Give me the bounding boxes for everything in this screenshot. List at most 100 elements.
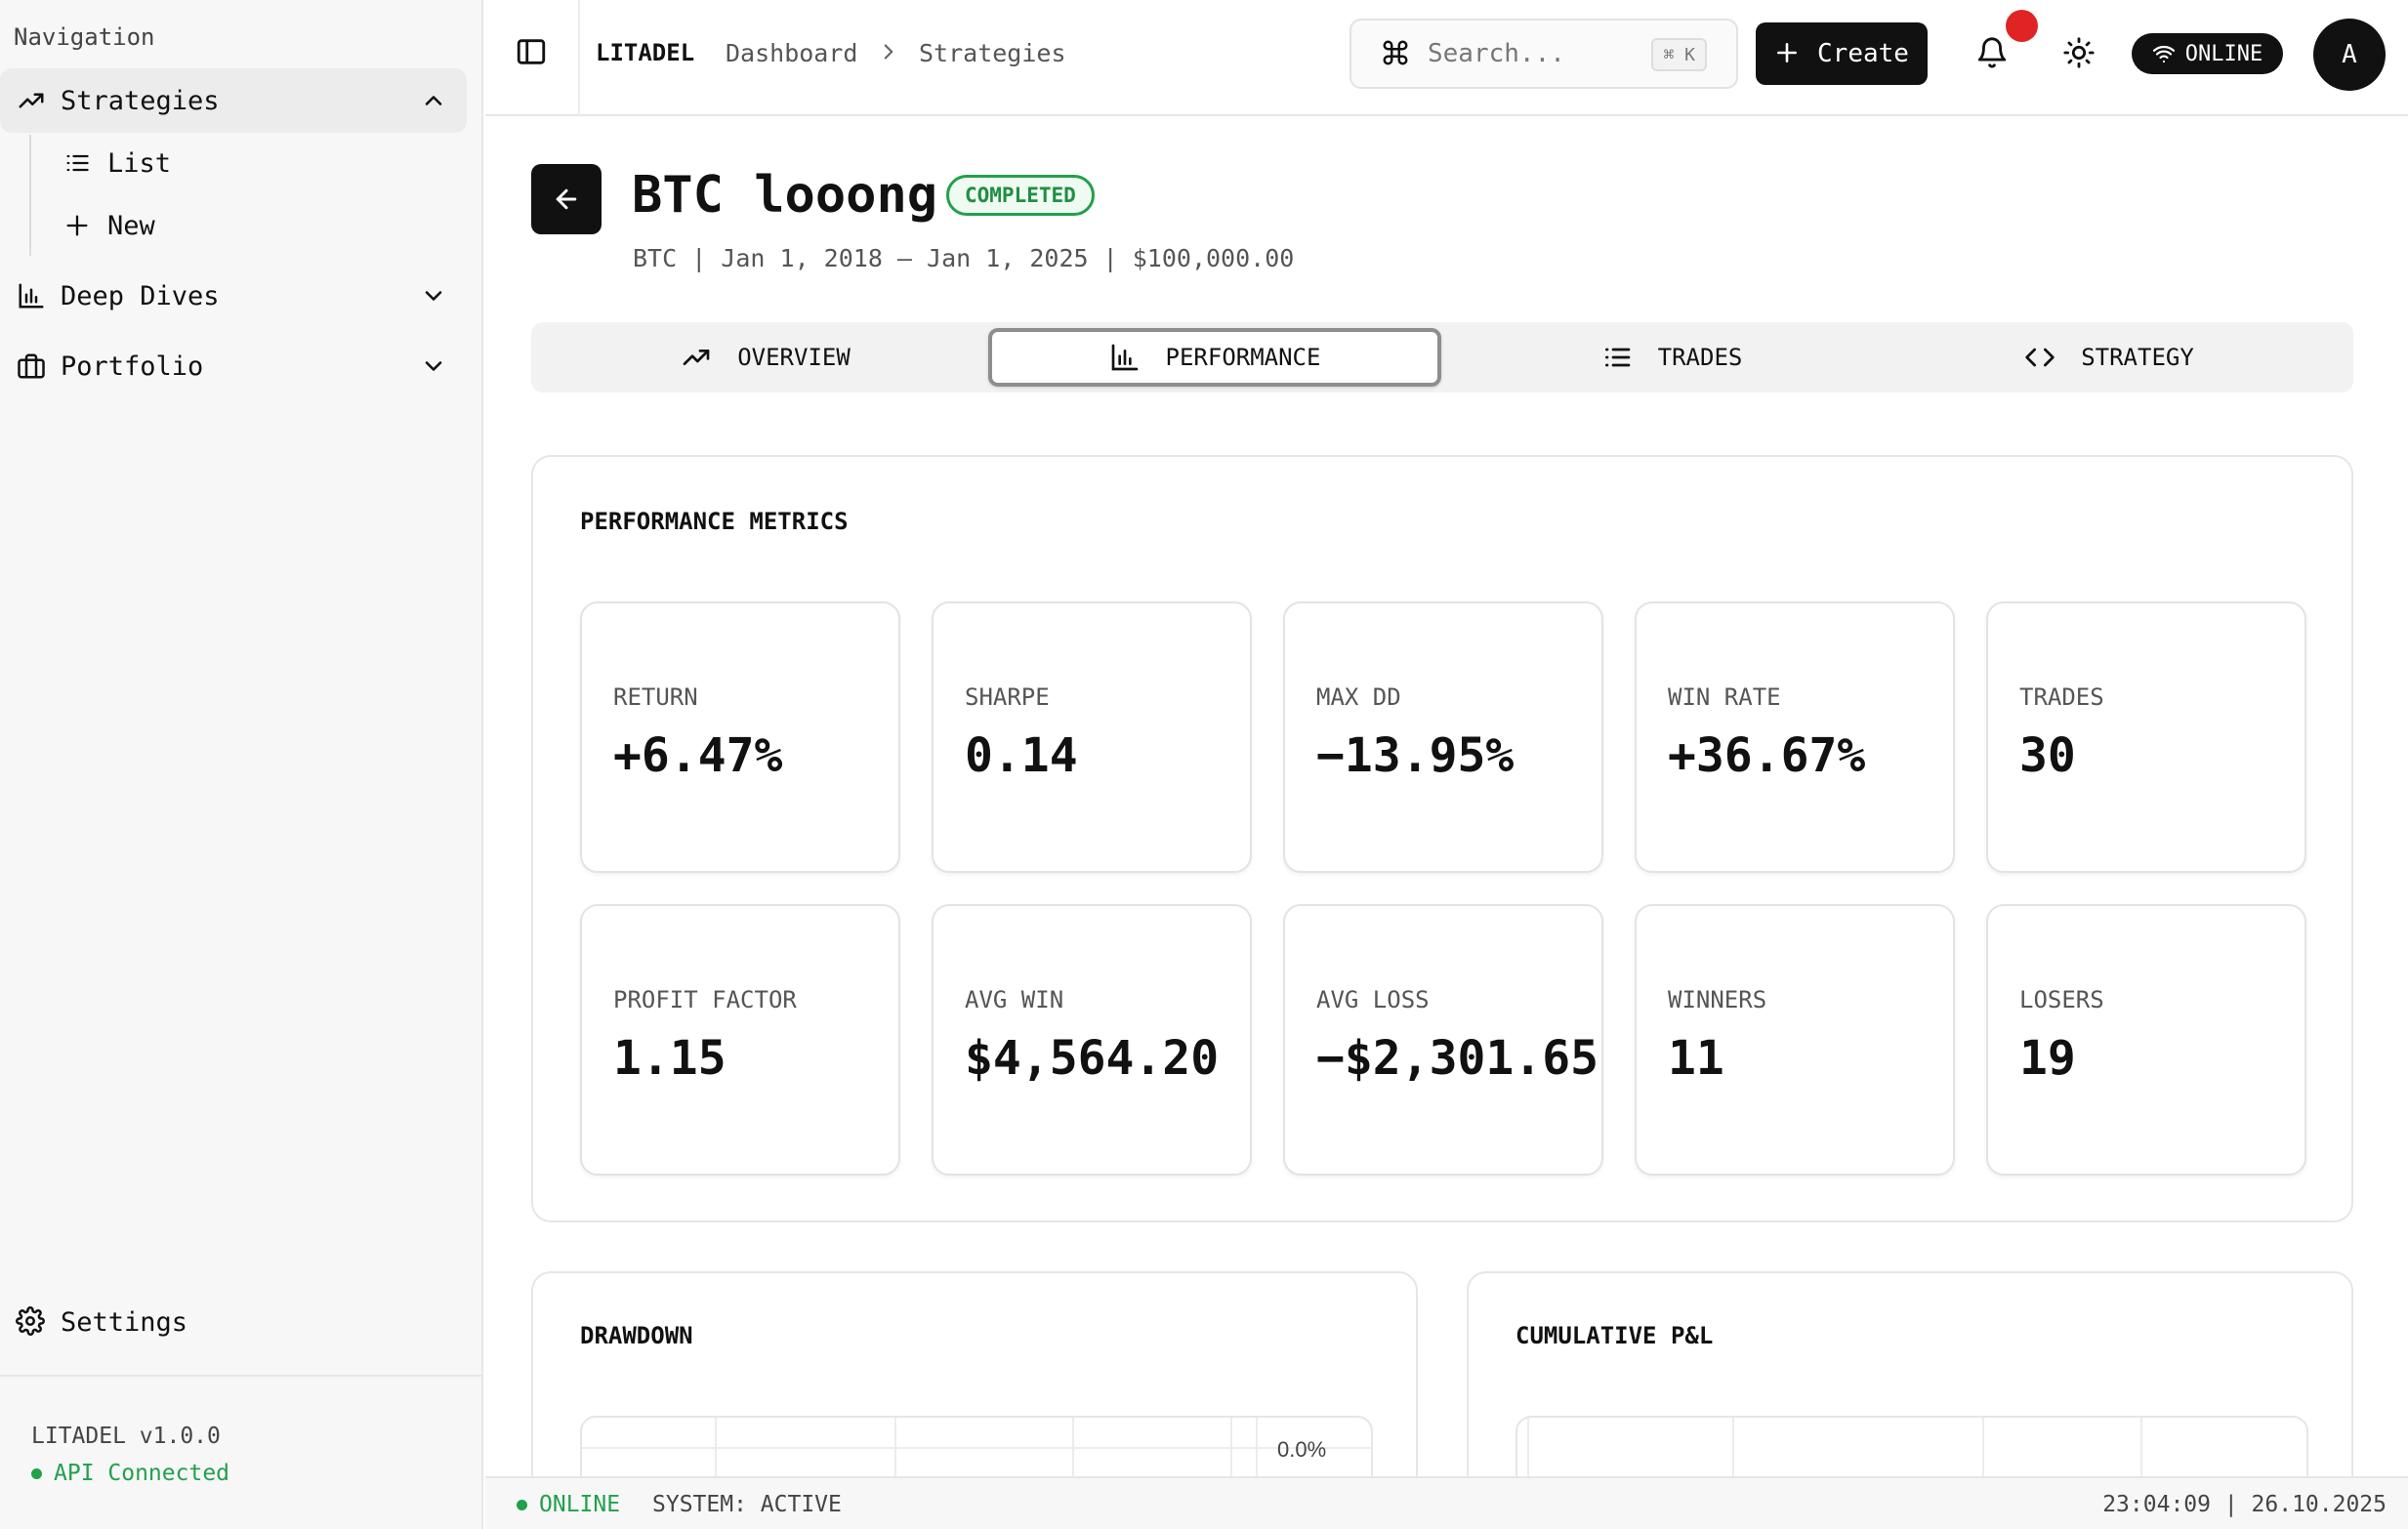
metric-value: 0.14 bbox=[965, 728, 1078, 783]
metric-label: WINNERS bbox=[1668, 986, 1767, 1013]
app-version: LITADEL v1.0.0 bbox=[31, 1424, 221, 1449]
metric-avg-win: AVG WIN $4,564.20 bbox=[932, 904, 1252, 1176]
plus-icon bbox=[1774, 40, 1802, 67]
metric-value: −$2,301.65 bbox=[1316, 1031, 1598, 1086]
bar-chart-icon bbox=[1109, 342, 1141, 373]
tab-label: PERFORMANCE bbox=[1165, 344, 1321, 371]
code-icon bbox=[2024, 342, 2055, 373]
tab-strategy[interactable]: STRATEGY bbox=[1883, 328, 2336, 387]
metric-value: +6.47% bbox=[613, 728, 783, 783]
chevron-down-icon[interactable] bbox=[420, 352, 447, 380]
list-icon bbox=[1601, 342, 1633, 373]
sidebar-item-portfolio[interactable]: Portfolio bbox=[0, 334, 467, 398]
tab-performance[interactable]: PERFORMANCE bbox=[988, 328, 1441, 387]
trending-up-icon bbox=[16, 85, 47, 116]
metric-label: MAX DD bbox=[1316, 683, 1401, 711]
metric-profit-factor: PROFIT FACTOR 1.15 bbox=[580, 904, 900, 1176]
nav-heading: Navigation bbox=[14, 23, 155, 51]
status-dot-icon bbox=[31, 1467, 42, 1479]
bell-icon[interactable] bbox=[1975, 36, 2009, 69]
online-label: ONLINE bbox=[539, 1492, 621, 1517]
breadcrumb-dashboard[interactable]: Dashboard bbox=[726, 39, 857, 67]
metric-label: WIN RATE bbox=[1668, 683, 1781, 711]
sidebar-item-settings[interactable]: Settings bbox=[16, 1306, 187, 1338]
performance-metrics-card: PERFORMANCE METRICS RETURN +6.47% SHARPE… bbox=[531, 455, 2353, 1222]
metric-value: +36.67% bbox=[1668, 728, 1866, 783]
sidebar: Navigation Strategies List New Deep Dive… bbox=[0, 0, 483, 1529]
system-state: SYSTEM: ACTIVE bbox=[652, 1492, 842, 1517]
sidebar-subitem-label: List bbox=[107, 147, 172, 179]
status-bar: ONLINE SYSTEM: ACTIVE 23:04:09 | 26.10.2… bbox=[485, 1476, 2408, 1529]
metric-value: $4,564.20 bbox=[965, 1031, 1220, 1086]
metric-losers: LOSERS 19 bbox=[1986, 904, 2306, 1176]
metric-label: AVG WIN bbox=[965, 986, 1064, 1013]
breadcrumb-brand[interactable]: LITADEL bbox=[596, 39, 694, 66]
top-bar: LITADEL Dashboard Strategies Search... ⌘… bbox=[485, 0, 2408, 116]
bar-chart-icon bbox=[16, 280, 47, 311]
command-icon bbox=[1381, 38, 1412, 69]
metric-value: 11 bbox=[1668, 1031, 1724, 1086]
api-status-label: API Connected bbox=[54, 1461, 230, 1486]
strategy-subtitle: BTC | Jan 1, 2018 – Jan 1, 2025 | $100,0… bbox=[633, 244, 1295, 272]
metric-value: 1.15 bbox=[613, 1031, 727, 1086]
metric-return: RETURN +6.47% bbox=[580, 601, 900, 873]
sidebar-subitem-label: New bbox=[107, 210, 155, 241]
sidebar-subitem-list[interactable]: List bbox=[62, 139, 171, 187]
system-online-status: ONLINE bbox=[517, 1492, 620, 1517]
connection-status-label: ONLINE bbox=[2184, 41, 2263, 66]
tab-label: TRADES bbox=[1657, 344, 1743, 371]
sidebar-item-label: Strategies bbox=[61, 85, 220, 116]
tab-trades[interactable]: TRADES bbox=[1445, 328, 1898, 387]
back-button[interactable] bbox=[531, 164, 602, 234]
sidebar-item-label: Settings bbox=[61, 1306, 188, 1338]
chevron-up-icon[interactable] bbox=[420, 87, 447, 114]
metric-trades: TRADES 30 bbox=[1986, 601, 2306, 873]
create-button-label: Create bbox=[1817, 39, 1909, 68]
sidebar-subitem-new[interactable]: New bbox=[62, 201, 155, 250]
connection-status-badge: ONLINE bbox=[2132, 33, 2283, 74]
sidebar-item-strategies[interactable]: Strategies bbox=[0, 68, 467, 133]
sun-icon[interactable] bbox=[2062, 36, 2096, 69]
plus-icon bbox=[62, 211, 92, 240]
search-shortcut: ⌘ K bbox=[1651, 38, 1707, 71]
search-input[interactable]: Search... ⌘ K bbox=[1349, 19, 1738, 89]
sidebar-item-deep-dives[interactable]: Deep Dives bbox=[0, 264, 467, 328]
arrow-left-icon bbox=[556, 188, 577, 210]
metric-avg-loss: AVG LOSS −$2,301.65 bbox=[1283, 904, 1603, 1176]
metric-sharpe: SHARPE 0.14 bbox=[932, 601, 1252, 873]
tab-label: OVERVIEW bbox=[737, 344, 851, 371]
status-dot-icon bbox=[517, 1499, 527, 1510]
trending-up-icon bbox=[681, 342, 712, 373]
metric-label: TRADES bbox=[2019, 683, 2104, 711]
tab-bar: OVERVIEW PERFORMANCE TRADES STRATEGY bbox=[531, 322, 2353, 393]
avatar[interactable]: A bbox=[2313, 19, 2386, 91]
notification-badge bbox=[2006, 10, 2038, 42]
card-title: CUMULATIVE P&L bbox=[1515, 1322, 1714, 1349]
wifi-icon bbox=[2152, 42, 2176, 65]
metric-label: RETURN bbox=[613, 683, 698, 711]
chevron-down-icon[interactable] bbox=[420, 282, 447, 310]
metric-label: AVG LOSS bbox=[1316, 986, 1430, 1013]
metric-value: 19 bbox=[2019, 1031, 2076, 1086]
briefcase-icon bbox=[16, 351, 47, 382]
card-title: PERFORMANCE METRICS bbox=[580, 508, 849, 535]
tab-overview[interactable]: OVERVIEW bbox=[539, 328, 992, 387]
divider bbox=[0, 1375, 483, 1377]
chevron-right-icon bbox=[884, 44, 893, 60]
status-badge: COMPLETED bbox=[946, 175, 1095, 216]
subnav-line bbox=[29, 135, 31, 256]
breadcrumb-strategies[interactable]: Strategies bbox=[919, 39, 1066, 67]
metric-label: LOSERS bbox=[2019, 986, 2104, 1013]
metric-max-dd: MAX DD −13.95% bbox=[1283, 601, 1603, 873]
create-button[interactable]: Create bbox=[1756, 22, 1928, 85]
metric-win-rate: WIN RATE +36.67% bbox=[1635, 601, 1955, 873]
search-placeholder: Search... bbox=[1428, 39, 1565, 68]
sidebar-item-label: Deep Dives bbox=[61, 280, 220, 311]
gridline bbox=[582, 1447, 1371, 1449]
metric-label: SHARPE bbox=[965, 683, 1050, 711]
divider bbox=[578, 0, 580, 116]
sidebar-toggle-icon[interactable] bbox=[515, 35, 548, 68]
clock: 23:04:09 | 26.10.2025 bbox=[2102, 1492, 2387, 1517]
page-title: BTC looong bbox=[632, 166, 938, 225]
metric-value: −13.95% bbox=[1316, 728, 1515, 783]
